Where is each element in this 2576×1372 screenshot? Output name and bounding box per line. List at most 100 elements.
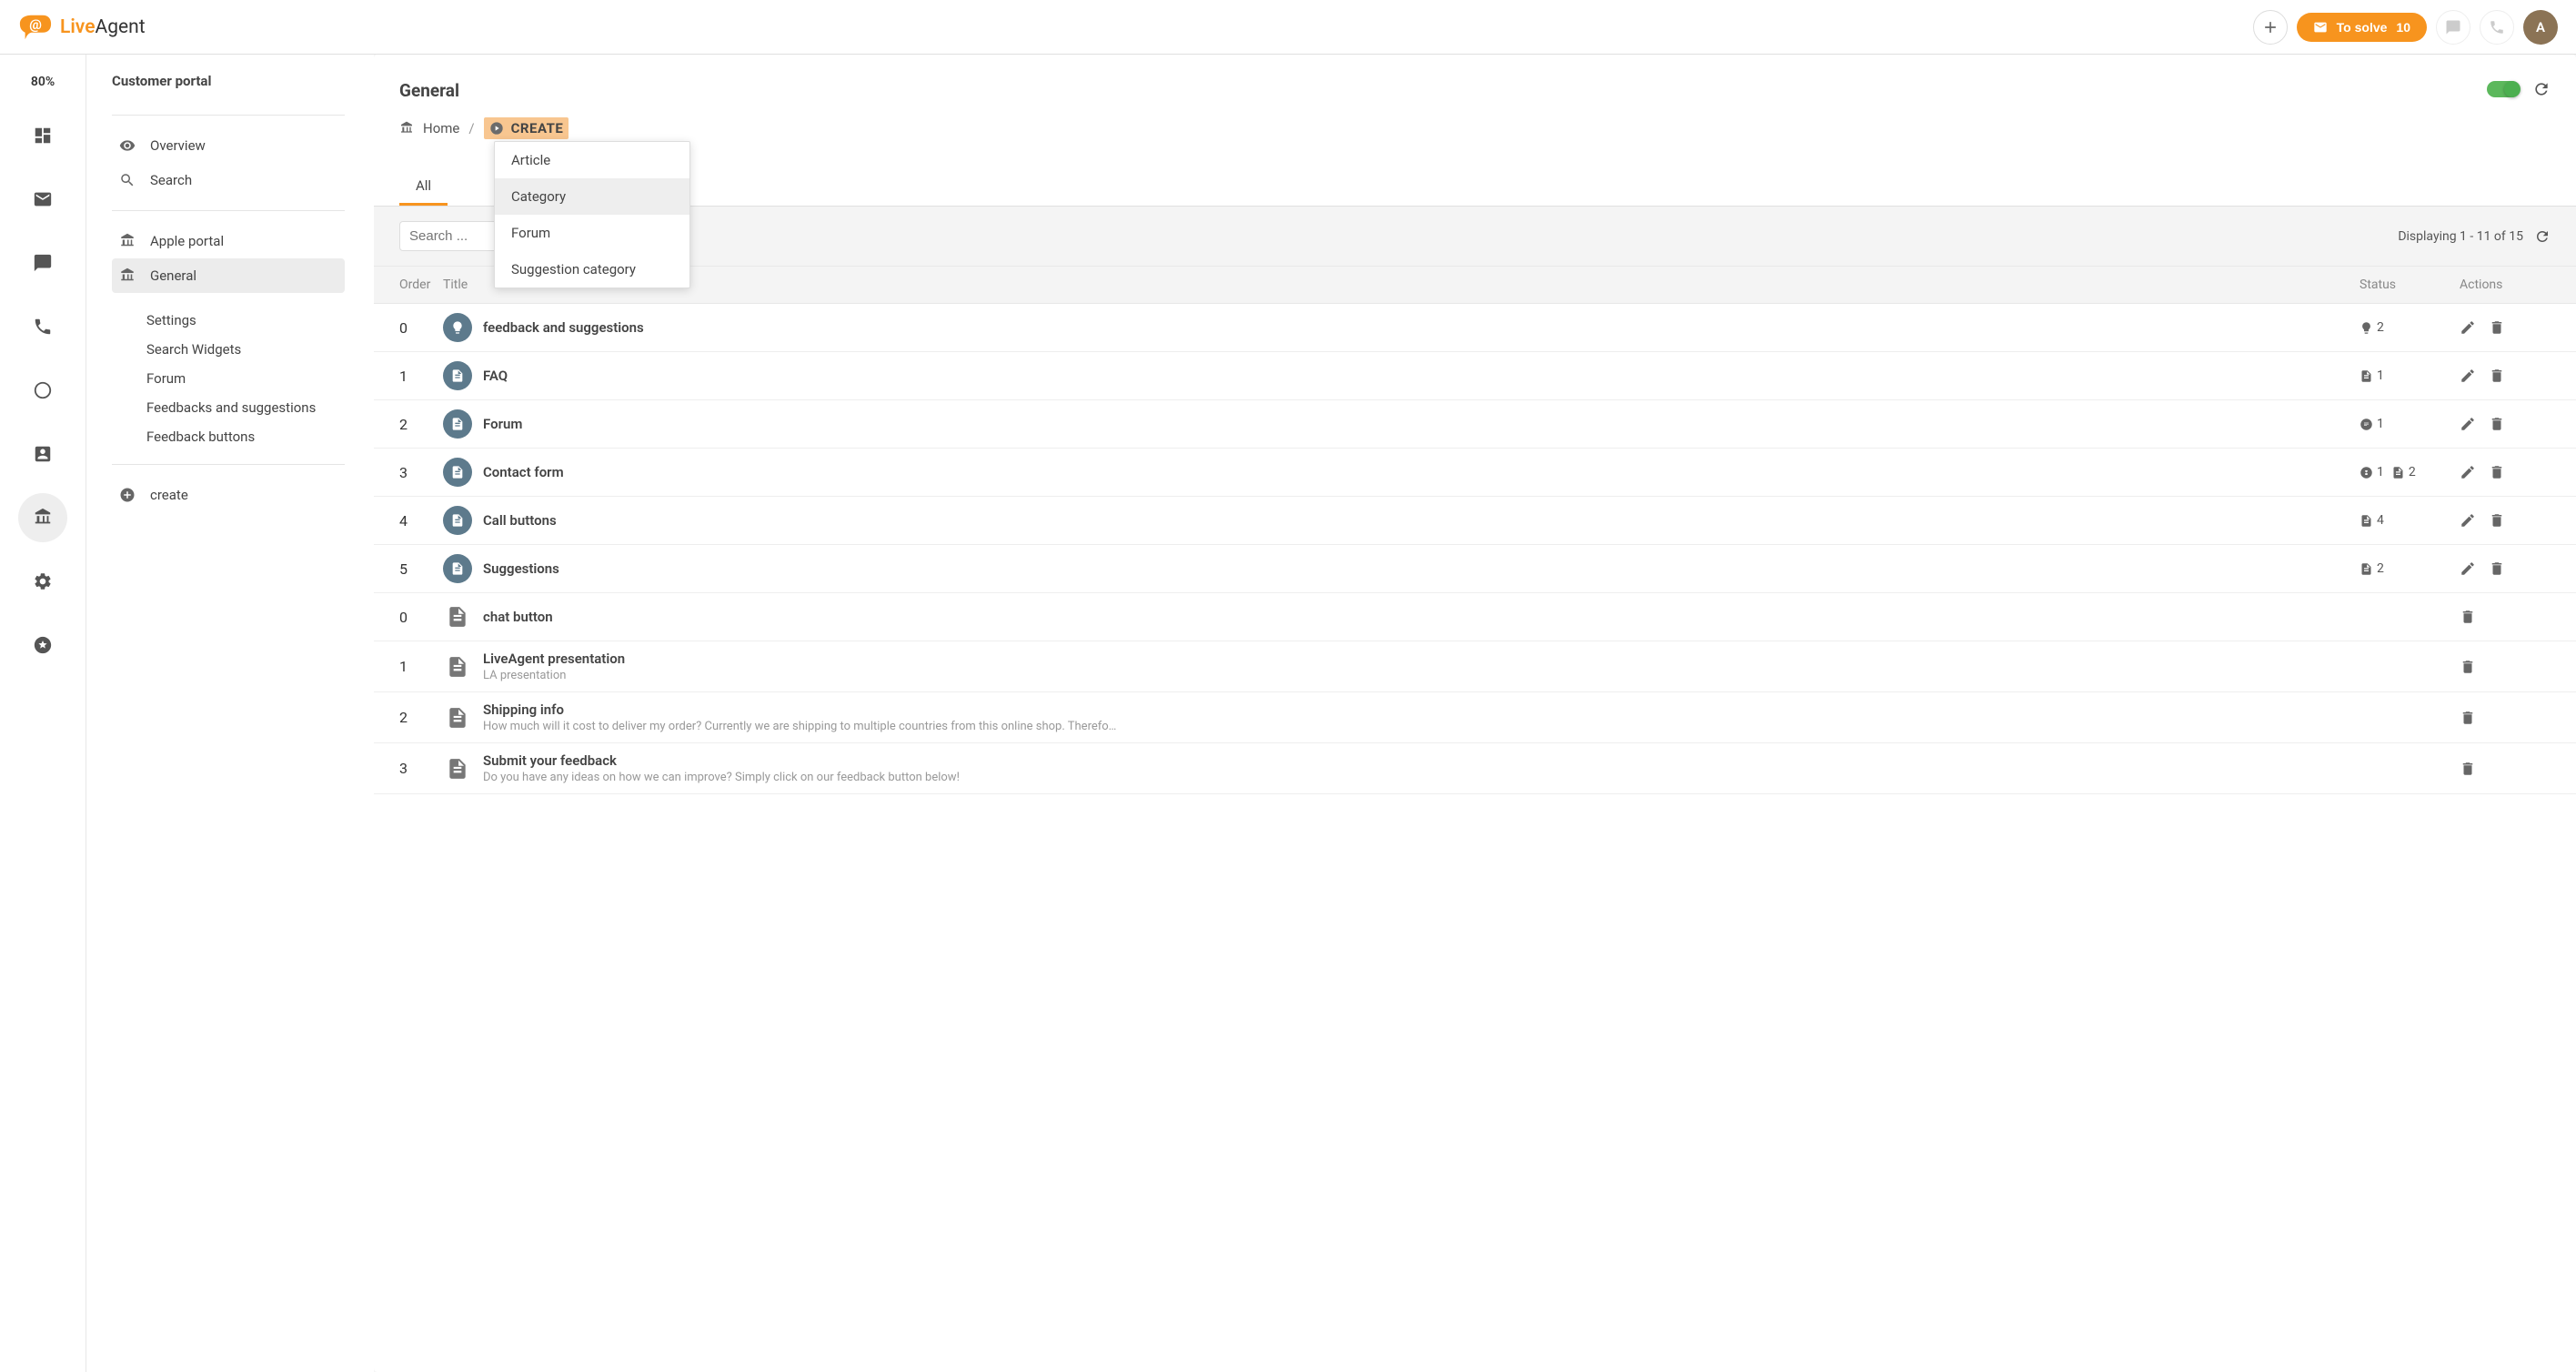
category-icon xyxy=(443,506,472,535)
table-row[interactable]: 1FAQ1 xyxy=(374,352,2576,400)
publish-toggle[interactable] xyxy=(2487,81,2520,97)
nav-extras[interactable] xyxy=(18,620,67,670)
table-row[interactable]: 1LiveAgent presentationLA presentation xyxy=(374,641,2576,692)
table-row[interactable]: 0feedback and suggestions2 xyxy=(374,304,2576,352)
avatar[interactable]: A xyxy=(2523,10,2558,45)
sidebar-search[interactable]: Search xyxy=(112,163,345,197)
nav-mail[interactable] xyxy=(18,175,67,224)
status-badge: 1 xyxy=(2360,465,2384,479)
dropdown-item[interactable]: Suggestion category xyxy=(495,251,689,288)
phone-button[interactable] xyxy=(2480,10,2514,45)
refresh-button[interactable] xyxy=(2532,80,2551,98)
table-row[interactable]: 4Call buttons4 xyxy=(374,497,2576,545)
divider xyxy=(112,464,345,465)
sidebar-overview[interactable]: Overview xyxy=(112,128,345,163)
table-row[interactable]: 3Contact form1 2 xyxy=(374,449,2576,497)
overview-icon xyxy=(119,137,136,154)
delete-button[interactable] xyxy=(2489,368,2505,384)
contacts-icon xyxy=(33,444,53,464)
refresh-icon[interactable] xyxy=(2534,228,2551,245)
nav-loading[interactable] xyxy=(18,366,67,415)
sidebar-create[interactable]: create xyxy=(112,478,345,512)
col-actions: Actions xyxy=(2460,277,2551,292)
create-button[interactable]: CREATE xyxy=(484,117,569,139)
delete-button[interactable] xyxy=(2489,416,2505,432)
table-row[interactable]: 5Suggestions2 xyxy=(374,545,2576,593)
edit-button[interactable] xyxy=(2460,512,2476,529)
phone-icon xyxy=(2489,19,2505,35)
category-icon xyxy=(443,361,472,390)
row-title: FAQ xyxy=(483,368,2360,384)
delete-button[interactable] xyxy=(2460,609,2476,625)
arrow-icon xyxy=(489,121,504,136)
table-body: 0feedback and suggestions21FAQ12Forum13C… xyxy=(374,304,2576,794)
sidebar-portal[interactable]: General xyxy=(112,258,345,293)
add-button[interactable] xyxy=(2253,10,2288,45)
sidebar-subitem[interactable]: Forum xyxy=(112,364,345,393)
delete-button[interactable] xyxy=(2460,761,2476,777)
status-badge: 1 xyxy=(2360,368,2384,383)
nav-phone[interactable] xyxy=(18,302,67,351)
breadcrumb-home[interactable]: Home xyxy=(423,120,459,136)
nav-knowledge-base[interactable] xyxy=(18,493,67,542)
status-badge: 2 xyxy=(2391,465,2416,479)
sidebar-portal[interactable]: Apple portal xyxy=(112,224,345,258)
nav-chat[interactable] xyxy=(18,238,67,288)
create-dropdown: ArticleCategoryForumSuggestion category xyxy=(494,141,690,288)
dropdown-item[interactable]: Category xyxy=(495,178,689,215)
sidebar-subitem[interactable]: Feedbacks and suggestions xyxy=(112,393,345,422)
delete-button[interactable] xyxy=(2460,659,2476,675)
secondary-sidebar: Customer portal Overview Search Apple po… xyxy=(86,55,374,1372)
logo[interactable]: @ LiveAgent xyxy=(18,13,146,42)
table-row[interactable]: 3Submit your feedbackDo you have any ide… xyxy=(374,743,2576,794)
edit-button[interactable] xyxy=(2460,368,2476,384)
col-title: Title xyxy=(443,277,2360,292)
nav-settings[interactable] xyxy=(18,557,67,606)
row-title: chat button xyxy=(483,609,2360,625)
delete-button[interactable] xyxy=(2489,560,2505,577)
document-icon xyxy=(443,602,472,631)
edit-button[interactable] xyxy=(2460,464,2476,480)
sidebar-subitem[interactable]: Settings xyxy=(112,306,345,335)
edit-button[interactable] xyxy=(2460,560,2476,577)
delete-button[interactable] xyxy=(2460,710,2476,726)
delete-button[interactable] xyxy=(2489,319,2505,336)
table-row[interactable]: 0chat button xyxy=(374,593,2576,641)
nav-dashboard[interactable] xyxy=(18,111,67,160)
tab-all[interactable]: All xyxy=(399,168,448,206)
page-title: General xyxy=(399,80,459,101)
star-icon xyxy=(33,635,53,655)
row-title: Call buttons xyxy=(483,512,2360,529)
status-badge: 2 xyxy=(2360,561,2384,576)
bank-icon xyxy=(399,121,414,136)
status-badge: 1 xyxy=(2360,417,2384,431)
mail-icon xyxy=(33,189,53,209)
sidebar-subitem[interactable]: Feedback buttons xyxy=(112,422,345,451)
status-badge: 2 xyxy=(2360,320,2384,335)
row-title: Submit your feedback xyxy=(483,752,2360,769)
chat-button[interactable] xyxy=(2436,10,2470,45)
pagination: Displaying 1 - 11 of 15 xyxy=(2398,228,2551,245)
status-badge: 4 xyxy=(2360,513,2384,528)
table-row[interactable]: 2Shipping infoHow much will it cost to d… xyxy=(374,692,2576,743)
dashboard-icon xyxy=(33,126,53,146)
breadcrumb: Home / CREATE xyxy=(374,101,2576,139)
header: @ LiveAgent To solve 10 A xyxy=(0,0,2576,55)
edit-button[interactable] xyxy=(2460,319,2476,336)
dropdown-item[interactable]: Article xyxy=(495,142,689,178)
category-icon xyxy=(443,409,472,439)
to-solve-button[interactable]: To solve 10 xyxy=(2297,13,2427,42)
dropdown-item[interactable]: Forum xyxy=(495,215,689,251)
divider xyxy=(112,210,345,211)
edit-button[interactable] xyxy=(2460,416,2476,432)
bank-icon xyxy=(119,233,136,249)
plus-circle-icon xyxy=(119,487,136,503)
delete-button[interactable] xyxy=(2489,512,2505,529)
delete-button[interactable] xyxy=(2489,464,2505,480)
nav-contacts[interactable] xyxy=(18,429,67,479)
row-title: Shipping info xyxy=(483,701,2360,718)
plus-icon xyxy=(2261,18,2279,36)
icon-sidebar: 80% xyxy=(0,55,86,1372)
sidebar-subitem[interactable]: Search Widgets xyxy=(112,335,345,364)
table-row[interactable]: 2Forum1 xyxy=(374,400,2576,449)
